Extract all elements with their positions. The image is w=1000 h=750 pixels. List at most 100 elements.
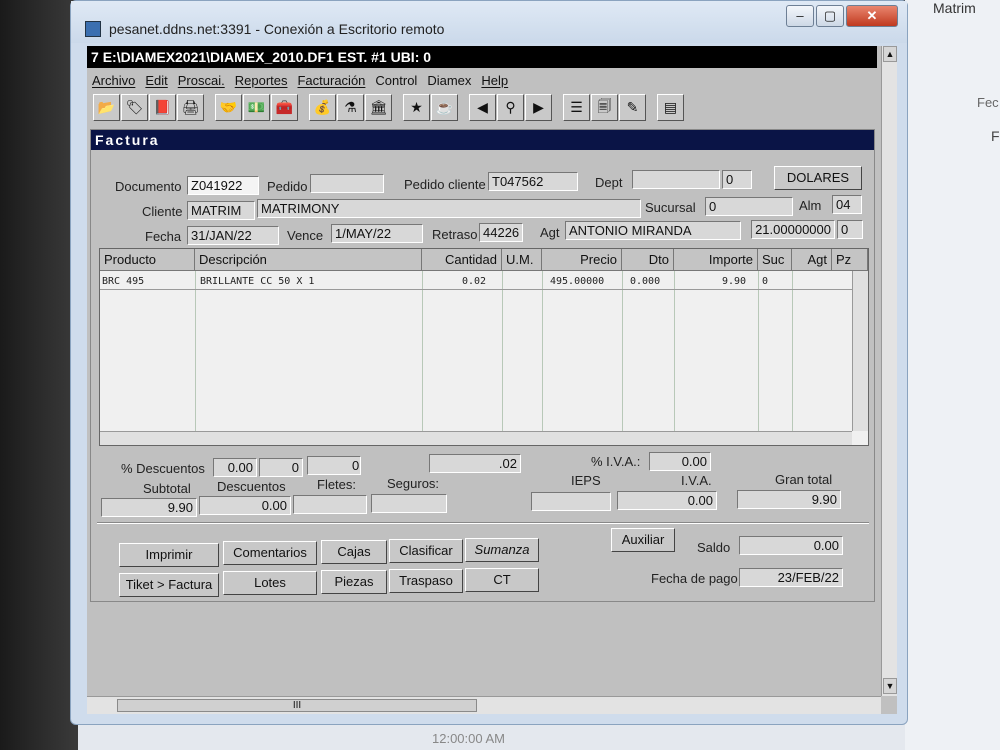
dept-number-field[interactable]: 0 — [722, 170, 752, 189]
tag-icon[interactable]: 🏷 — [121, 94, 148, 121]
table-vertical-scrollbar[interactable] — [852, 271, 868, 431]
dept-field[interactable] — [632, 170, 720, 189]
folder-icon[interactable]: 📂 — [93, 94, 120, 121]
traspaso-button[interactable]: Traspaso — [389, 569, 463, 593]
lotes-button[interactable]: Lotes — [223, 571, 317, 595]
menu-archivo[interactable]: Archivo — [87, 70, 140, 92]
iva-pct-label: % I.V.A.: — [591, 454, 641, 469]
arrow-left-icon[interactable]: ◀ — [469, 94, 496, 121]
documento-label: Documento — [115, 179, 182, 194]
menu-control[interactable]: Control — [370, 70, 422, 92]
ieps-field[interactable] — [531, 492, 611, 511]
scroll-up-arrow[interactable]: ▲ — [883, 46, 897, 62]
printer-icon[interactable]: 🖨 — [177, 94, 204, 121]
menu-reportes[interactable]: Reportes — [230, 70, 293, 92]
clock: 12:00:00 AM — [432, 731, 505, 746]
pct-descuento-3[interactable]: 0 — [307, 456, 361, 475]
retraso-field[interactable]: 44226 — [479, 223, 523, 242]
window-icon[interactable]: ▤ — [657, 94, 684, 121]
clasificar-button[interactable]: Clasificar — [389, 539, 463, 563]
ct-button[interactable]: CT — [465, 568, 539, 592]
scroll-down-arrow[interactable]: ▼ — [883, 678, 897, 694]
factura-header: Factura — [91, 130, 874, 150]
minimize-button[interactable]: ‒ — [786, 5, 814, 27]
piezas-button[interactable]: Piezas — [321, 570, 387, 594]
col-descripcion[interactable]: Descripción — [195, 249, 422, 271]
sumanza-button[interactable]: Sumanza — [465, 538, 539, 562]
handshake-icon[interactable]: 🤝 — [215, 94, 242, 121]
row-producto[interactable]: BRC 495 — [102, 276, 144, 287]
tipo-cambio-field[interactable]: 21.00000000 — [751, 220, 835, 239]
moneda-button[interactable]: DOLARES — [774, 166, 862, 190]
fecha-field[interactable]: 31/JAN/22 — [187, 226, 279, 245]
imprimir-button[interactable]: Imprimir — [119, 543, 219, 567]
star-icon[interactable]: ★ — [403, 94, 430, 121]
auxiliar-button[interactable]: Auxiliar — [611, 528, 675, 552]
row-descripcion[interactable]: BRILLANTE CC 50 X 1 — [200, 276, 314, 287]
menu-diamex[interactable]: Diamex — [422, 70, 476, 92]
col-importe[interactable]: Importe — [674, 249, 758, 271]
col-cantidad[interactable]: Cantidad — [422, 249, 502, 271]
documents-icon[interactable]: 🗐 — [591, 94, 618, 121]
menu-edit[interactable]: Edit — [140, 70, 172, 92]
col-um[interactable]: U.M. — [502, 249, 542, 271]
rdp-window-title: pesanet.ddns.net:3391 - Conexión a Escri… — [109, 21, 445, 37]
moneybag-icon[interactable]: 💰 — [309, 94, 336, 121]
jar-icon[interactable]: ☕ — [431, 94, 458, 121]
col-suc[interactable]: Suc — [758, 249, 792, 271]
sucursal-field[interactable]: 0 — [705, 197, 793, 216]
book-icon[interactable]: 📕 — [149, 94, 176, 121]
col-precio[interactable]: Precio — [542, 249, 622, 271]
money-icon[interactable]: 💵 — [243, 94, 270, 121]
cajas-button[interactable]: Cajas — [321, 540, 387, 564]
edit-icon[interactable]: ✎ — [619, 94, 646, 121]
pedido-field[interactable] — [310, 174, 384, 193]
app-horizontal-scrollbar[interactable]: III — [87, 696, 881, 714]
row-importe[interactable]: 9.90 — [722, 276, 746, 287]
tipo-cambio-extra[interactable]: 0 — [837, 220, 863, 239]
browser-tab-title[interactable]: Matrim — [933, 0, 976, 16]
iva-pct-field[interactable]: 0.00 — [649, 452, 711, 471]
fecha-pago-field: 23/FEB/22 — [739, 568, 843, 587]
menu-proscai[interactable]: Proscai. — [173, 70, 230, 92]
table-horizontal-scrollbar[interactable] — [100, 431, 852, 445]
agente-field[interactable]: ANTONIO MIRANDA — [565, 221, 741, 240]
app-vertical-scrollbar[interactable]: ▲ ▼ — [881, 46, 897, 696]
cliente-code-field[interactable]: MATRIM — [187, 201, 255, 220]
row-suc[interactable]: 0 — [762, 276, 768, 287]
pct-descuentos-label: % Descuentos — [121, 461, 205, 476]
maximize-button[interactable]: ▢ — [816, 5, 844, 27]
alm-label: Alm — [799, 198, 822, 213]
tiket-factura-button[interactable]: Tiket > Factura — [119, 573, 219, 597]
fletes-label: Fletes: — [317, 477, 357, 492]
comentarios-button[interactable]: Comentarios — [223, 541, 317, 565]
row-cantidad[interactable]: 0.02 — [462, 276, 486, 287]
menu-facturacion[interactable]: Facturación — [292, 70, 370, 92]
documento-field[interactable]: Z041922 — [187, 176, 259, 195]
menu-help[interactable]: Help — [476, 70, 513, 92]
row-precio[interactable]: 495.00000 — [550, 276, 604, 287]
list-icon[interactable]: ☰ — [563, 94, 590, 121]
col-producto[interactable]: Producto — [100, 249, 195, 271]
column-divider — [422, 271, 423, 431]
cliente-name-field[interactable]: MATRIMONY — [257, 199, 641, 218]
scale-icon[interactable]: ⚗ — [337, 94, 364, 121]
close-button[interactable]: ✕ — [846, 5, 898, 27]
col-agt[interactable]: Agt — [792, 249, 832, 271]
row-dto[interactable]: 0.000 — [630, 276, 660, 287]
building-icon[interactable]: 🏛 — [365, 94, 392, 121]
alm-field[interactable]: 04 — [832, 195, 862, 214]
col-dto[interactable]: Dto — [622, 249, 674, 271]
col-pz[interactable]: Pz — [832, 249, 868, 271]
pct-descuento-1[interactable]: 0.00 — [213, 458, 257, 477]
pct-descuento-2[interactable]: 0 — [259, 458, 303, 477]
magnifier-icon[interactable]: ⚲ — [497, 94, 524, 121]
arrow-right-icon[interactable]: ▶ — [525, 94, 552, 121]
safe-icon[interactable]: 🧰 — [271, 94, 298, 121]
pedido-cliente-field[interactable]: T047562 — [488, 172, 578, 191]
gran-total-label: Gran total — [775, 472, 833, 487]
fletes-field[interactable] — [293, 495, 367, 514]
horizontal-scroll-thumb[interactable]: III — [117, 699, 477, 712]
seguros-field[interactable] — [371, 494, 447, 513]
vence-field[interactable]: 1/MAY/22 — [331, 224, 423, 243]
